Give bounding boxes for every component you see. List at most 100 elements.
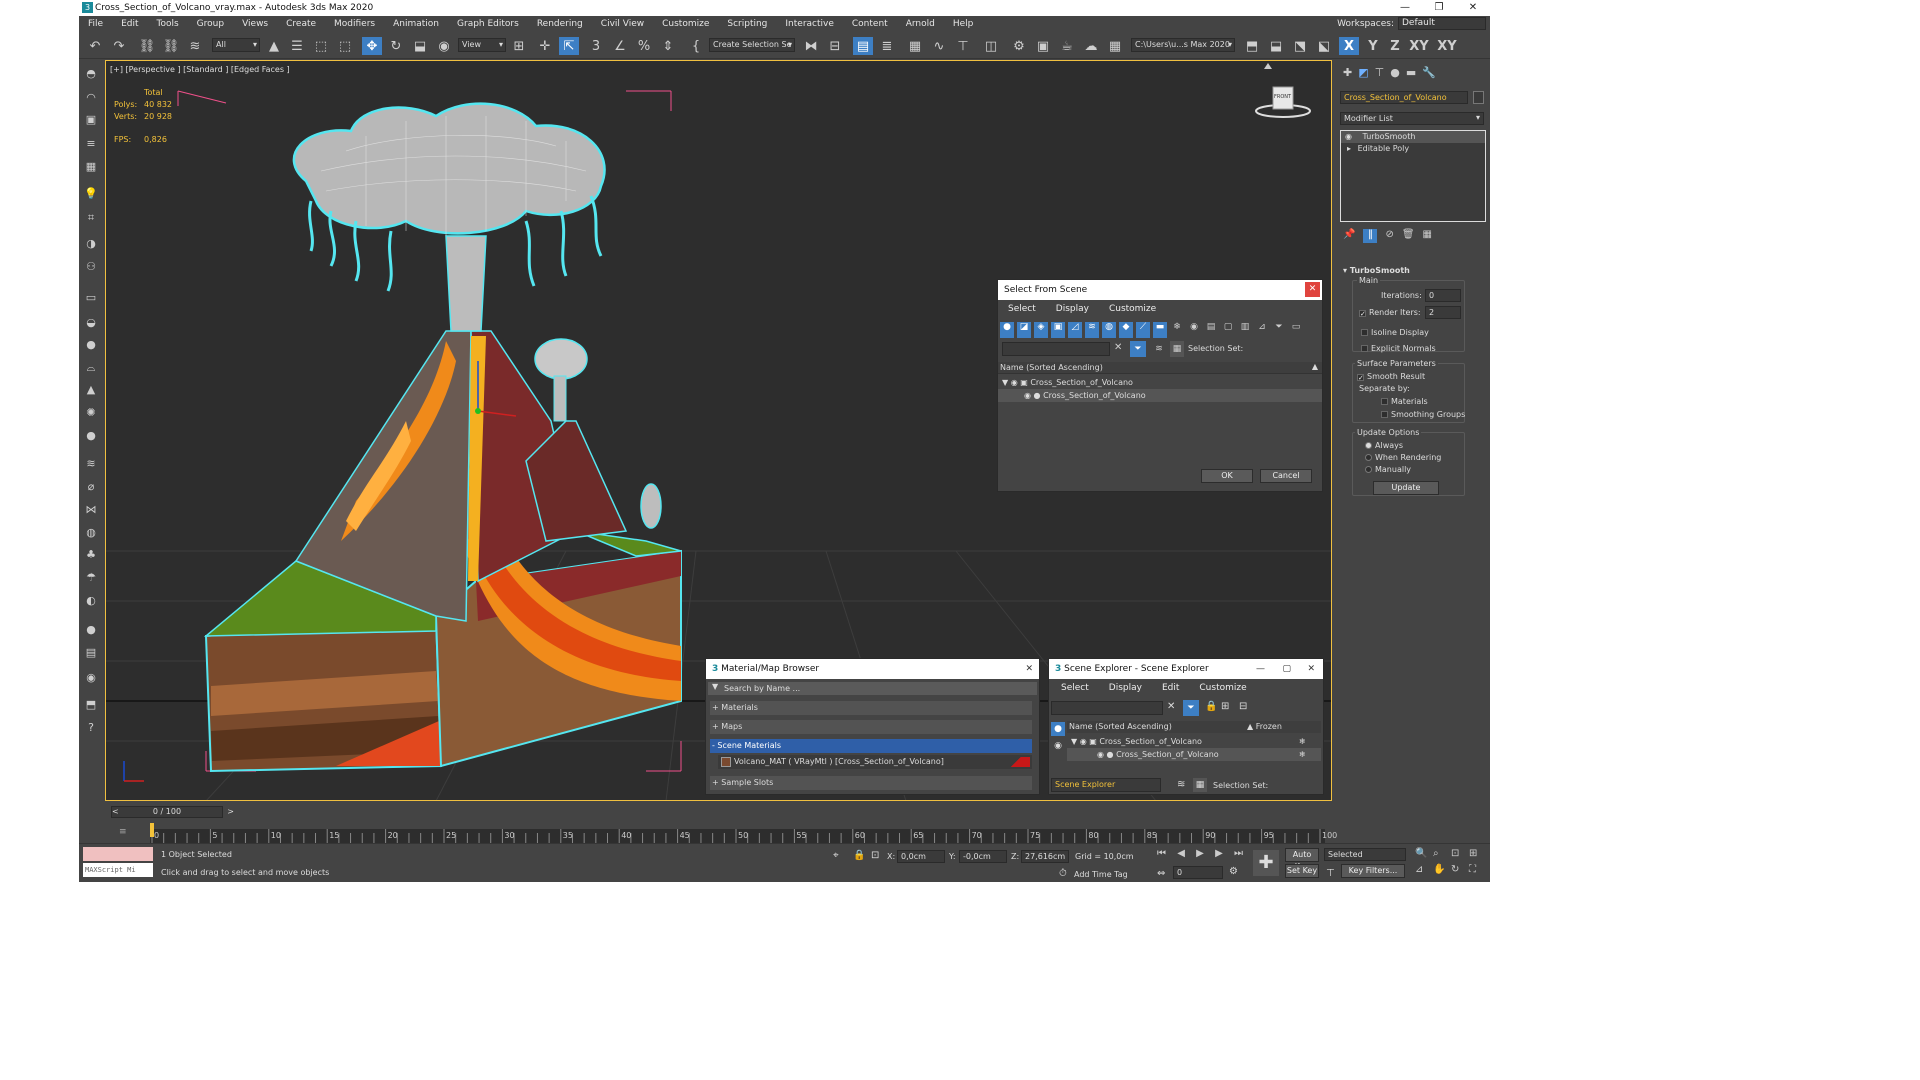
- menu-help[interactable]: Help: [944, 19, 983, 29]
- system-icon[interactable]: ⚇: [82, 259, 100, 275]
- axis-constraint-z[interactable]: Z: [1385, 37, 1405, 55]
- select-object-icon[interactable]: ▲: [264, 37, 284, 55]
- time-tag-icon[interactable]: ⏱: [1059, 868, 1067, 879]
- create-geometry-icon[interactable]: ◓: [82, 66, 100, 82]
- se-menu-customize[interactable]: Customize: [1189, 683, 1256, 693]
- menu-arnold[interactable]: Arnold: [897, 19, 944, 29]
- menu-modifiers[interactable]: Modifiers: [325, 19, 384, 29]
- expand-icon[interactable]: ▸: [1347, 144, 1351, 153]
- sfs-search-input[interactable]: [1002, 342, 1110, 356]
- se-menu-display[interactable]: Display: [1099, 683, 1152, 693]
- globe-blue-icon[interactable]: ◉: [82, 670, 100, 686]
- help-icon[interactable]: ?: [82, 720, 100, 736]
- a360-gallery-icon[interactable]: ▦: [1105, 37, 1125, 55]
- table-row[interactable]: ◉ ● Cross_Section_of_Volcano: [998, 389, 1322, 402]
- go-to-start-icon[interactable]: ⏮: [1157, 848, 1166, 862]
- lock-ui-icon[interactable]: ⬒: [82, 697, 100, 713]
- menu-file[interactable]: File: [79, 19, 112, 29]
- pin-stack-icon[interactable]: 📌: [1343, 229, 1355, 243]
- make-unique-icon[interactable]: ⊘: [1385, 229, 1393, 243]
- table-row[interactable]: ◉ ● Cross_Section_of_Volcano ❄: [1067, 748, 1321, 761]
- mirror-icon[interactable]: ⧓: [801, 37, 821, 55]
- sfs-menu-display[interactable]: Display: [1046, 304, 1099, 314]
- update-manually-radio[interactable]: Manually: [1365, 465, 1411, 474]
- sort-by-layer-icon[interactable]: ◉: [1051, 739, 1065, 753]
- pan-icon[interactable]: ✋: [1433, 864, 1449, 878]
- table-row[interactable]: ▼ ◉ ▣ Cross_Section_of_Volcano: [998, 376, 1322, 389]
- menu-tools[interactable]: Tools: [148, 19, 188, 29]
- sfs-menu-select[interactable]: Select: [998, 304, 1046, 314]
- auto-key-button[interactable]: Auto Key: [1285, 848, 1319, 871]
- menu-rendering[interactable]: Rendering: [528, 19, 592, 29]
- turbosmooth-rollout-title[interactable]: ▾ TurboSmooth: [1343, 266, 1410, 275]
- filter-shapes-icon[interactable]: ◪: [1017, 322, 1031, 338]
- selection-set-icon[interactable]: ▦: [1193, 778, 1207, 792]
- filter-funnel-icon[interactable]: ⏷: [1272, 322, 1286, 338]
- plane-icon[interactable]: ▭: [82, 290, 100, 306]
- select-and-rotate-icon[interactable]: ↻: [386, 37, 406, 55]
- sfs-menu-customize[interactable]: Customize: [1099, 304, 1166, 314]
- se-filter-icon[interactable]: ⏷: [1183, 700, 1199, 716]
- angle-snap-icon[interactable]: ∠: [610, 37, 630, 55]
- window-crossing-icon[interactable]: ⬚: [335, 37, 355, 55]
- shader-ball-icon[interactable]: ◐: [82, 593, 100, 609]
- go-to-end-icon[interactable]: ⏭: [1234, 848, 1243, 862]
- expand-icon[interactable]: ▼: [1071, 737, 1077, 746]
- hf-icon[interactable]: ☂: [82, 570, 100, 586]
- cloth-icon[interactable]: ⋈: [82, 502, 100, 518]
- visibility-eye-icon[interactable]: ◉: [1097, 750, 1104, 759]
- project-folder-icon[interactable]: ⬒: [1242, 37, 1262, 55]
- render-setup-icon[interactable]: ⚙: [1009, 37, 1029, 55]
- render-sphere-icon[interactable]: ●: [82, 622, 100, 638]
- filter-containers-icon[interactable]: ▬: [1153, 322, 1167, 338]
- axis-constraint-x[interactable]: X: [1339, 37, 1359, 55]
- rendered-frame-window-icon[interactable]: ▣: [1033, 37, 1053, 55]
- filter-groups-icon[interactable]: ◍: [1102, 322, 1116, 338]
- filter-frozen-icon[interactable]: ❄: [1170, 322, 1184, 338]
- object-name-field[interactable]: Cross_Section_of_Volcano: [1340, 91, 1468, 104]
- brush-icon[interactable]: ⌀: [82, 479, 100, 495]
- search-dropdown-icon[interactable]: ▼: [712, 682, 718, 691]
- menu-content[interactable]: Content: [843, 19, 897, 29]
- cone-icon[interactable]: ▲: [82, 382, 100, 398]
- workspace-dropdown[interactable]: Default: [1398, 17, 1486, 30]
- freeze-icon[interactable]: ❄: [1299, 735, 1306, 748]
- previous-frame-icon[interactable]: ◀: [1177, 848, 1185, 862]
- update-always-radio[interactable]: Always: [1365, 441, 1403, 450]
- close-icon[interactable]: ✕: [1305, 282, 1320, 297]
- menu-group[interactable]: Group: [188, 19, 233, 29]
- menu-create[interactable]: Create: [277, 19, 325, 29]
- visibility-eye-icon[interactable]: ◉: [1024, 391, 1031, 400]
- smooth-result-checkbox[interactable]: ✓ Smooth Result: [1357, 372, 1425, 382]
- sort-ascending-icon[interactable]: ▲: [1312, 362, 1318, 371]
- visibility-eye-icon[interactable]: ◉: [1080, 737, 1087, 746]
- filter-spacewarps-icon[interactable]: ≋: [1085, 322, 1099, 338]
- axis-constraint-xy[interactable]: XY: [1407, 37, 1431, 55]
- modifier-list-dropdown[interactable]: Modifier List: [1340, 112, 1484, 125]
- maps-section[interactable]: + Maps: [710, 720, 1032, 734]
- filter-all-icon[interactable]: ▤: [1204, 322, 1218, 338]
- sample-slots-section[interactable]: + Sample Slots: [710, 776, 1032, 790]
- isolate-selection-icon[interactable]: ⌖: [833, 850, 839, 861]
- sort-by-hierarchy-icon[interactable]: ●: [1051, 722, 1065, 736]
- toggle-scene-explorer-icon[interactable]: ▤: [853, 37, 873, 55]
- edit-named-selection-icon[interactable]: {: [686, 37, 706, 55]
- render-iters-checkbox[interactable]: ✓ Render Iters:: [1359, 308, 1421, 318]
- menu-views[interactable]: Views: [233, 19, 277, 29]
- play-icon[interactable]: ▶: [1196, 848, 1204, 862]
- next-frame-icon[interactable]: ▶: [1215, 848, 1223, 862]
- bind-space-warp-icon[interactable]: ≋: [185, 37, 205, 55]
- select-and-place-icon[interactable]: ◉: [434, 37, 454, 55]
- minimize-icon[interactable]: —: [1256, 659, 1265, 679]
- pivot-center-icon[interactable]: ⊞: [509, 37, 529, 55]
- ok-button[interactable]: OK: [1201, 469, 1253, 483]
- viewport-label[interactable]: [+] [Perspective ] [Standard ] [Edged Fa…: [110, 65, 290, 74]
- materials-section[interactable]: + Materials: [710, 701, 1032, 715]
- absolute-mode-icon[interactable]: ⊡: [871, 850, 879, 861]
- material-search-input[interactable]: Search by Name ...: [708, 682, 1037, 695]
- se-column-name[interactable]: Name (Sorted Ascending): [1069, 722, 1172, 731]
- sphere-icon[interactable]: ●: [82, 337, 100, 353]
- globe-icon[interactable]: ◍: [82, 525, 100, 541]
- toggle-layer-explorer-icon[interactable]: ≣: [877, 37, 897, 55]
- clear-search-icon[interactable]: ✕: [1167, 701, 1175, 712]
